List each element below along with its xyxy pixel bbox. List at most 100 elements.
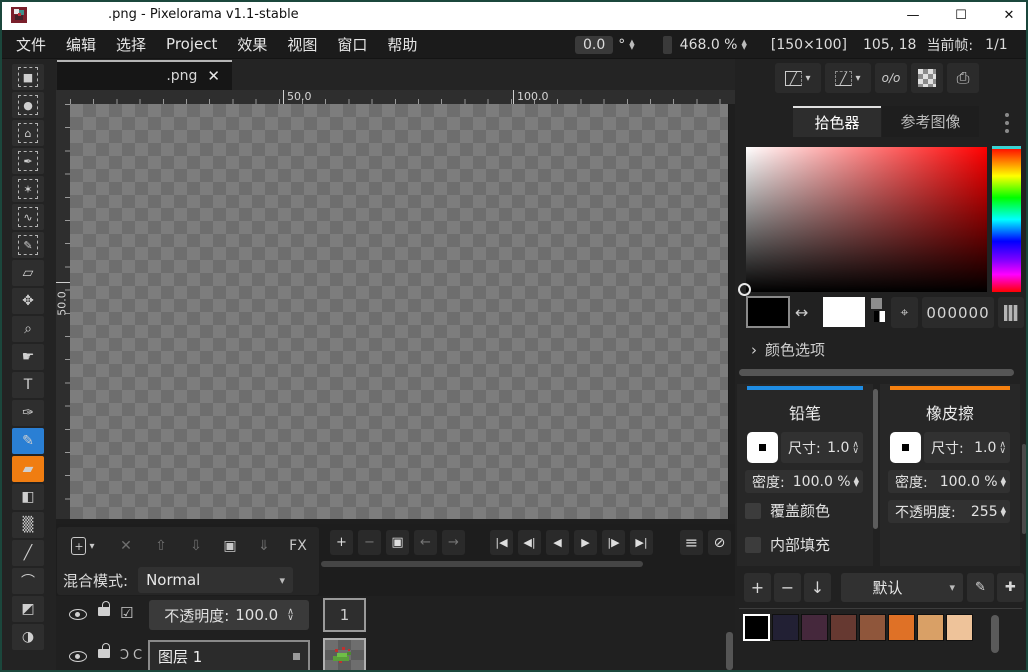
swap-colors-icon[interactable]: ↔ xyxy=(795,303,808,322)
clone-frame-button[interactable]: ▣ xyxy=(386,530,409,555)
zoom-spinner[interactable]: ▲▼ xyxy=(742,40,747,50)
layer-name-field[interactable]: 图层 1 xyxy=(148,640,310,672)
tool-options-scrollbar[interactable] xyxy=(873,389,878,529)
fill-inside-checkbox[interactable]: 内部填充 xyxy=(745,534,830,555)
tab-reference-images[interactable]: 参考图像 xyxy=(882,106,979,137)
maximize-button[interactable]: ☐ xyxy=(938,0,984,30)
brush-preview[interactable] xyxy=(890,432,921,463)
zoom-tool[interactable]: ⌕ xyxy=(12,316,44,342)
play-backwards-button[interactable]: ◀ xyxy=(546,530,569,555)
move-layer-down-button[interactable]: ⇩ xyxy=(183,533,209,559)
color-mode-button[interactable] xyxy=(998,297,1024,328)
lock-icon[interactable] xyxy=(98,601,110,620)
paint-select-tool[interactable]: ✎ xyxy=(12,232,44,258)
blend-mode-dropdown[interactable]: Normal ▾ xyxy=(138,567,293,593)
remove-frame-button[interactable]: − xyxy=(358,530,381,555)
tab-close-icon[interactable]: ✕ xyxy=(207,67,220,85)
lasso-tool[interactable]: ∿ xyxy=(12,204,44,230)
polygon-select-tool[interactable]: ⌂ xyxy=(12,120,44,146)
clone-layer-button[interactable]: ▣ xyxy=(217,533,243,559)
eyedropper-button[interactable]: ⌖ xyxy=(891,297,918,328)
add-palette-color-button[interactable]: + xyxy=(744,573,771,602)
zoom-value[interactable]: 468.0 % xyxy=(680,37,738,53)
kebab-menu-icon[interactable] xyxy=(1005,113,1009,133)
merge-down-button[interactable]: ⇓ xyxy=(251,533,277,559)
horizontal-ruler[interactable]: 50.0100.0 xyxy=(56,90,735,104)
opacity-spinner[interactable]: ∧∨ xyxy=(287,609,294,621)
pencil-tool[interactable]: ✎ xyxy=(12,428,44,454)
saturation-value-box[interactable] xyxy=(746,147,987,292)
add-layer-button[interactable]: + ▾ xyxy=(63,533,103,559)
palette-swatch[interactable] xyxy=(946,614,973,641)
layer-opacity-spinbox[interactable]: 不透明度: 100.0 ∧∨ xyxy=(149,600,309,630)
crop-tool[interactable]: ▱ xyxy=(12,260,44,286)
menu-item[interactable]: Project xyxy=(156,30,227,59)
text-tool[interactable]: T xyxy=(12,372,44,398)
cel-link-icon[interactable]: ☑ xyxy=(120,604,133,622)
link-cel-icon[interactable]: C xyxy=(133,648,142,663)
current-color-swatch[interactable] xyxy=(746,296,790,328)
onion-skin-button[interactable]: ⊘ xyxy=(708,530,731,555)
magic-wand-tool[interactable]: ✶ xyxy=(12,176,44,202)
zoom-grip[interactable] xyxy=(663,36,672,54)
palette-swatch[interactable] xyxy=(888,614,915,641)
transparency-button[interactable] xyxy=(911,63,943,93)
palette-scrollbar[interactable] xyxy=(991,615,999,653)
menu-item[interactable]: 选择 xyxy=(106,30,156,59)
menu-item[interactable]: 窗口 xyxy=(327,30,377,59)
palette-swatch[interactable] xyxy=(917,614,944,641)
lock-icon[interactable] xyxy=(98,643,110,662)
vertical-ruler[interactable]: 50.0 xyxy=(56,104,70,519)
move-layer-up-button[interactable]: ⇧ xyxy=(148,533,174,559)
bucket-tool[interactable]: ◧ xyxy=(12,484,44,510)
cel-thumbnail[interactable] xyxy=(323,638,366,672)
mirror-horizontal-button[interactable]: ▾ xyxy=(775,63,821,93)
hex-color-input[interactable]: 000000 xyxy=(922,297,994,328)
menu-item[interactable]: 效果 xyxy=(227,30,277,59)
palette-swatch[interactable] xyxy=(859,614,886,641)
rectangle-select-tool[interactable]: ■ xyxy=(12,64,44,90)
new-palette-button[interactable]: ✚ xyxy=(997,573,1024,602)
canvas-transparent-checkerboard[interactable] xyxy=(70,104,729,519)
rotation-spinner[interactable]: ▲▼ xyxy=(629,40,634,50)
previous-frame-button[interactable]: ◀| xyxy=(518,530,541,555)
shading-tool[interactable]: ▒ xyxy=(12,512,44,538)
brush-preview[interactable] xyxy=(747,432,778,463)
pan-tool[interactable]: ☛ xyxy=(12,344,44,370)
panel-scrollbar[interactable] xyxy=(1022,444,1026,534)
frame-column-header[interactable]: 1 xyxy=(323,598,366,632)
cel-menu-button[interactable]: ≡ xyxy=(680,530,703,555)
hue-slider[interactable] xyxy=(992,147,1021,292)
palette-swatch[interactable] xyxy=(830,614,857,641)
reset-colors-icon[interactable] xyxy=(871,298,887,324)
edit-palette-button[interactable]: ✎ xyxy=(967,573,994,602)
rectangle-tool[interactable]: ◩ xyxy=(12,596,44,622)
menu-item[interactable]: 视图 xyxy=(277,30,327,59)
secondary-color-swatch[interactable] xyxy=(823,297,865,327)
first-frame-button[interactable]: |◀ xyxy=(490,530,513,555)
mirror-vertical-button[interactable]: ▾ xyxy=(825,63,871,93)
color-options-expander[interactable]: › 颜色选项 xyxy=(751,339,825,360)
palette-swatch[interactable] xyxy=(743,614,770,641)
color-select-tool[interactable]: ✒ xyxy=(12,148,44,174)
menu-item[interactable]: 编辑 xyxy=(56,30,106,59)
picker-scrollbar[interactable] xyxy=(739,369,1014,376)
ellipse-tool[interactable]: ◑ xyxy=(12,624,44,650)
palette-select-dropdown[interactable]: 默认 ▾ xyxy=(841,573,963,602)
delete-layer-button[interactable]: ✕ xyxy=(113,533,139,559)
line-tool[interactable]: ╱ xyxy=(12,540,44,566)
add-frame-button[interactable]: + xyxy=(330,530,353,555)
document-tab[interactable]: .png ✕ xyxy=(57,60,232,90)
hue-cursor[interactable] xyxy=(992,146,1021,149)
eraser-size-spinbox[interactable]: 尺寸: 1.0 ∧∨ xyxy=(924,432,1010,463)
move-frame-right-button[interactable]: → xyxy=(442,530,465,555)
rotation-input[interactable]: 0.0 xyxy=(575,36,613,54)
last-frame-button[interactable]: ▶| xyxy=(630,530,653,555)
eye-icon[interactable] xyxy=(69,608,87,624)
eye-icon[interactable] xyxy=(69,650,87,666)
play-forward-button[interactable]: ▶ xyxy=(574,530,597,555)
menu-item[interactable]: 帮助 xyxy=(377,30,427,59)
menu-item[interactable]: 文件 xyxy=(6,30,56,59)
color-picker-tool[interactable]: ✑ xyxy=(12,400,44,426)
layer-fx-button[interactable]: FX xyxy=(285,533,311,559)
